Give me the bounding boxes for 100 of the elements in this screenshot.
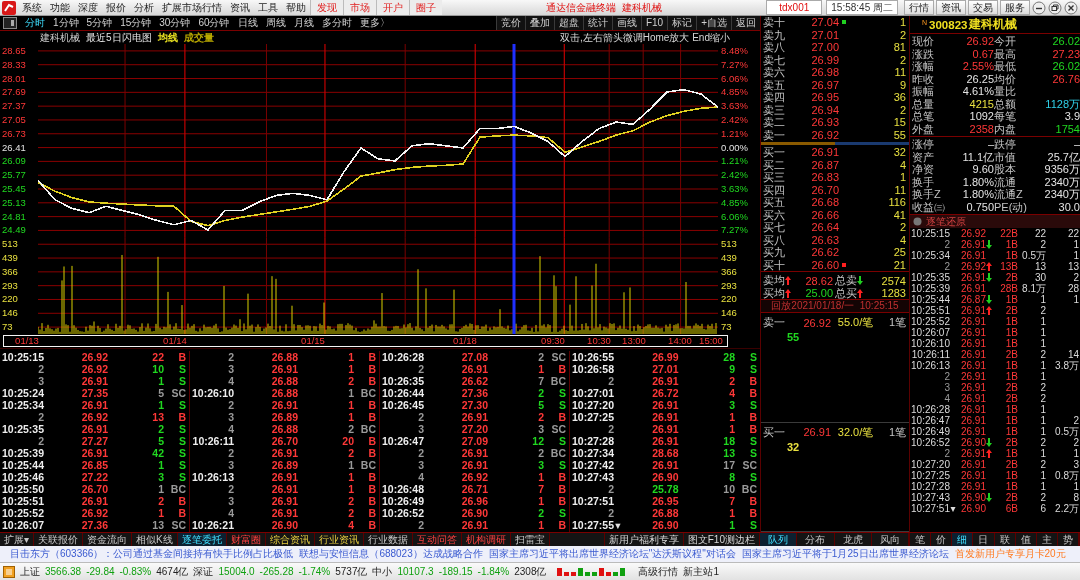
period-tab[interactable]: 15分钟 (116, 16, 156, 30)
trade-side-label: SC (550, 351, 566, 363)
trade-price: 26.95 (651, 495, 679, 507)
tick-count: 2 (1039, 492, 1046, 503)
price-axis-label: 25.77 (1, 170, 26, 181)
trade-price: 26.89 (270, 459, 298, 471)
chart-hint: 双击,左右箭头微调Home放大 End缩小 (559, 30, 730, 45)
book-price: 26.91 (810, 146, 839, 159)
toolbar-button[interactable]: 行情 (904, 0, 934, 15)
trade-volume: 1 (347, 351, 354, 363)
price-axis-label: 26.09 (1, 156, 26, 167)
bottom-tab[interactable]: 逐笔委托 (177, 533, 227, 546)
chart-tool-button[interactable]: F10 (640, 16, 668, 30)
trade-volume: 1 (157, 507, 164, 519)
news-link[interactable]: 国家主席习近平将于1月25日出席世界经济论坛 (741, 547, 949, 561)
menu-link[interactable]: 圈子 (409, 0, 442, 15)
caret-icon: ▾ (950, 503, 956, 514)
chart-tool-button[interactable]: 统计 (582, 16, 612, 30)
app-logo-icon[interactable] (2, 0, 16, 15)
close-icon[interactable] (1064, 0, 1078, 15)
period-tab[interactable]: 月线 (289, 16, 318, 30)
chart-tool-button[interactable]: 竞价 (495, 16, 525, 30)
period-tab[interactable]: 更多〉 (355, 16, 394, 30)
minimize-icon[interactable] (1032, 0, 1046, 15)
chart-tool-button[interactable]: 返回 (731, 16, 760, 30)
menu-link[interactable]: 发现 (310, 0, 343, 15)
detail-tab[interactable]: 细 (952, 533, 974, 546)
index-value: 10107.3 (397, 566, 434, 577)
quote-label: 涨停 (912, 138, 935, 151)
trade-volume: 28 (722, 351, 735, 363)
restore-icon[interactable] (1048, 0, 1062, 15)
trade-volume: 2 (537, 387, 544, 399)
percent-axis-label: 0.00% (720, 142, 748, 153)
tick-volume: 2B (1004, 393, 1018, 404)
trade-price: 26.91 (651, 375, 679, 387)
trade-side-label: B (367, 483, 376, 495)
trade-time: 2 (227, 351, 234, 363)
tick-value: 2 (1072, 272, 1079, 283)
period-tab[interactable]: 日线 (233, 16, 262, 30)
panel-toggle-icon[interactable] (3, 17, 17, 29)
book-level-label: 卖八 (763, 41, 786, 54)
menu-item[interactable]: 功能 (46, 0, 74, 15)
period-tab[interactable]: 分时 (21, 16, 49, 30)
side-tab[interactable]: 队列 (760, 533, 798, 546)
toolbar-button[interactable]: 交易 (968, 0, 998, 15)
queue-average: 55.0/笔 (836, 315, 875, 330)
tick-volume: 13B (999, 261, 1018, 272)
trade-price: 26.91 (270, 507, 298, 519)
toolbar-button[interactable]: 服务 (1000, 0, 1030, 15)
menu-item[interactable]: 分析 (130, 0, 158, 15)
period-tab[interactable]: 5分钟 (82, 16, 117, 30)
tick-count: 1 (1039, 481, 1046, 492)
trade-side-label: S (178, 363, 186, 375)
index-name: 深证 (193, 564, 214, 579)
tick-count: 1 (1039, 327, 1046, 338)
menu-item[interactable]: 资讯 (226, 0, 254, 15)
trade-volume: 2 (537, 351, 544, 363)
chart-tool-button[interactable]: +自选 (696, 16, 731, 30)
period-tab[interactable]: 1分钟 (49, 16, 83, 30)
index-change: -29.84 (86, 566, 115, 577)
percent-axis-label: 2.42% (720, 114, 748, 125)
trade-time: 4 (227, 423, 234, 435)
trade-price: 26.91 (651, 411, 679, 423)
period-tab[interactable]: 60分钟 (194, 16, 234, 30)
menu-link[interactable]: 开户 (376, 0, 409, 15)
trade-time: 2 (37, 363, 44, 375)
quote-label: 昨收 (912, 72, 935, 85)
menu-item[interactable]: 工具 (254, 0, 282, 15)
menu-item[interactable]: 报价 (102, 0, 130, 15)
news-link[interactable]: 国家主席习近平将出席世界经济论坛"达沃斯议程"对话会 (488, 547, 736, 561)
tick-value: 0.8万 (1054, 470, 1079, 481)
period-tab[interactable]: 30分钟 (155, 16, 195, 30)
trade-side-label: S (178, 435, 186, 447)
chart-tool-button[interactable]: 标记 (667, 16, 697, 30)
trade-time: 2 (37, 435, 44, 447)
trade-volume: 4 (347, 519, 354, 531)
trade-price: 26.91 (460, 411, 488, 423)
trade-price: 26.90 (460, 507, 488, 519)
period-tab[interactable]: 多分时 (317, 16, 356, 30)
news-link[interactable]: 联想与安恒信息（688023）达成战略合作 (299, 547, 483, 561)
quote-label: 总量 (912, 97, 935, 110)
chart-tool-button[interactable]: 叠加 (524, 16, 554, 30)
index-percent: -0.83% (119, 566, 152, 577)
menu-item[interactable]: 系统 (18, 0, 46, 15)
menu-item[interactable]: 扩展市场行情 (158, 0, 226, 15)
volume-axis-label: 513 (720, 239, 737, 250)
toolbar-button[interactable]: 资讯 (936, 0, 966, 15)
menu-link[interactable]: 市场 (343, 0, 376, 15)
trade-side-label: S (178, 447, 186, 459)
menu-item[interactable]: 帮助 (282, 0, 310, 15)
period-tab[interactable]: 周线 (261, 16, 290, 30)
news-link[interactable]: 目击东方（603366）：公司通过基金间接持有快手比例占比极低 (10, 547, 294, 561)
trade-price: 26.90 (270, 519, 298, 531)
chart-tool-button[interactable]: 超盘 (553, 16, 583, 30)
tick-count: 2 (1039, 239, 1046, 250)
quote-value: 26.02 (1051, 60, 1080, 73)
book-level-label: 买十 (763, 258, 786, 271)
chart-tool-button[interactable]: 画线 (611, 16, 641, 30)
tick-value: 28 (1066, 283, 1079, 294)
menu-item[interactable]: 深度 (74, 0, 102, 15)
